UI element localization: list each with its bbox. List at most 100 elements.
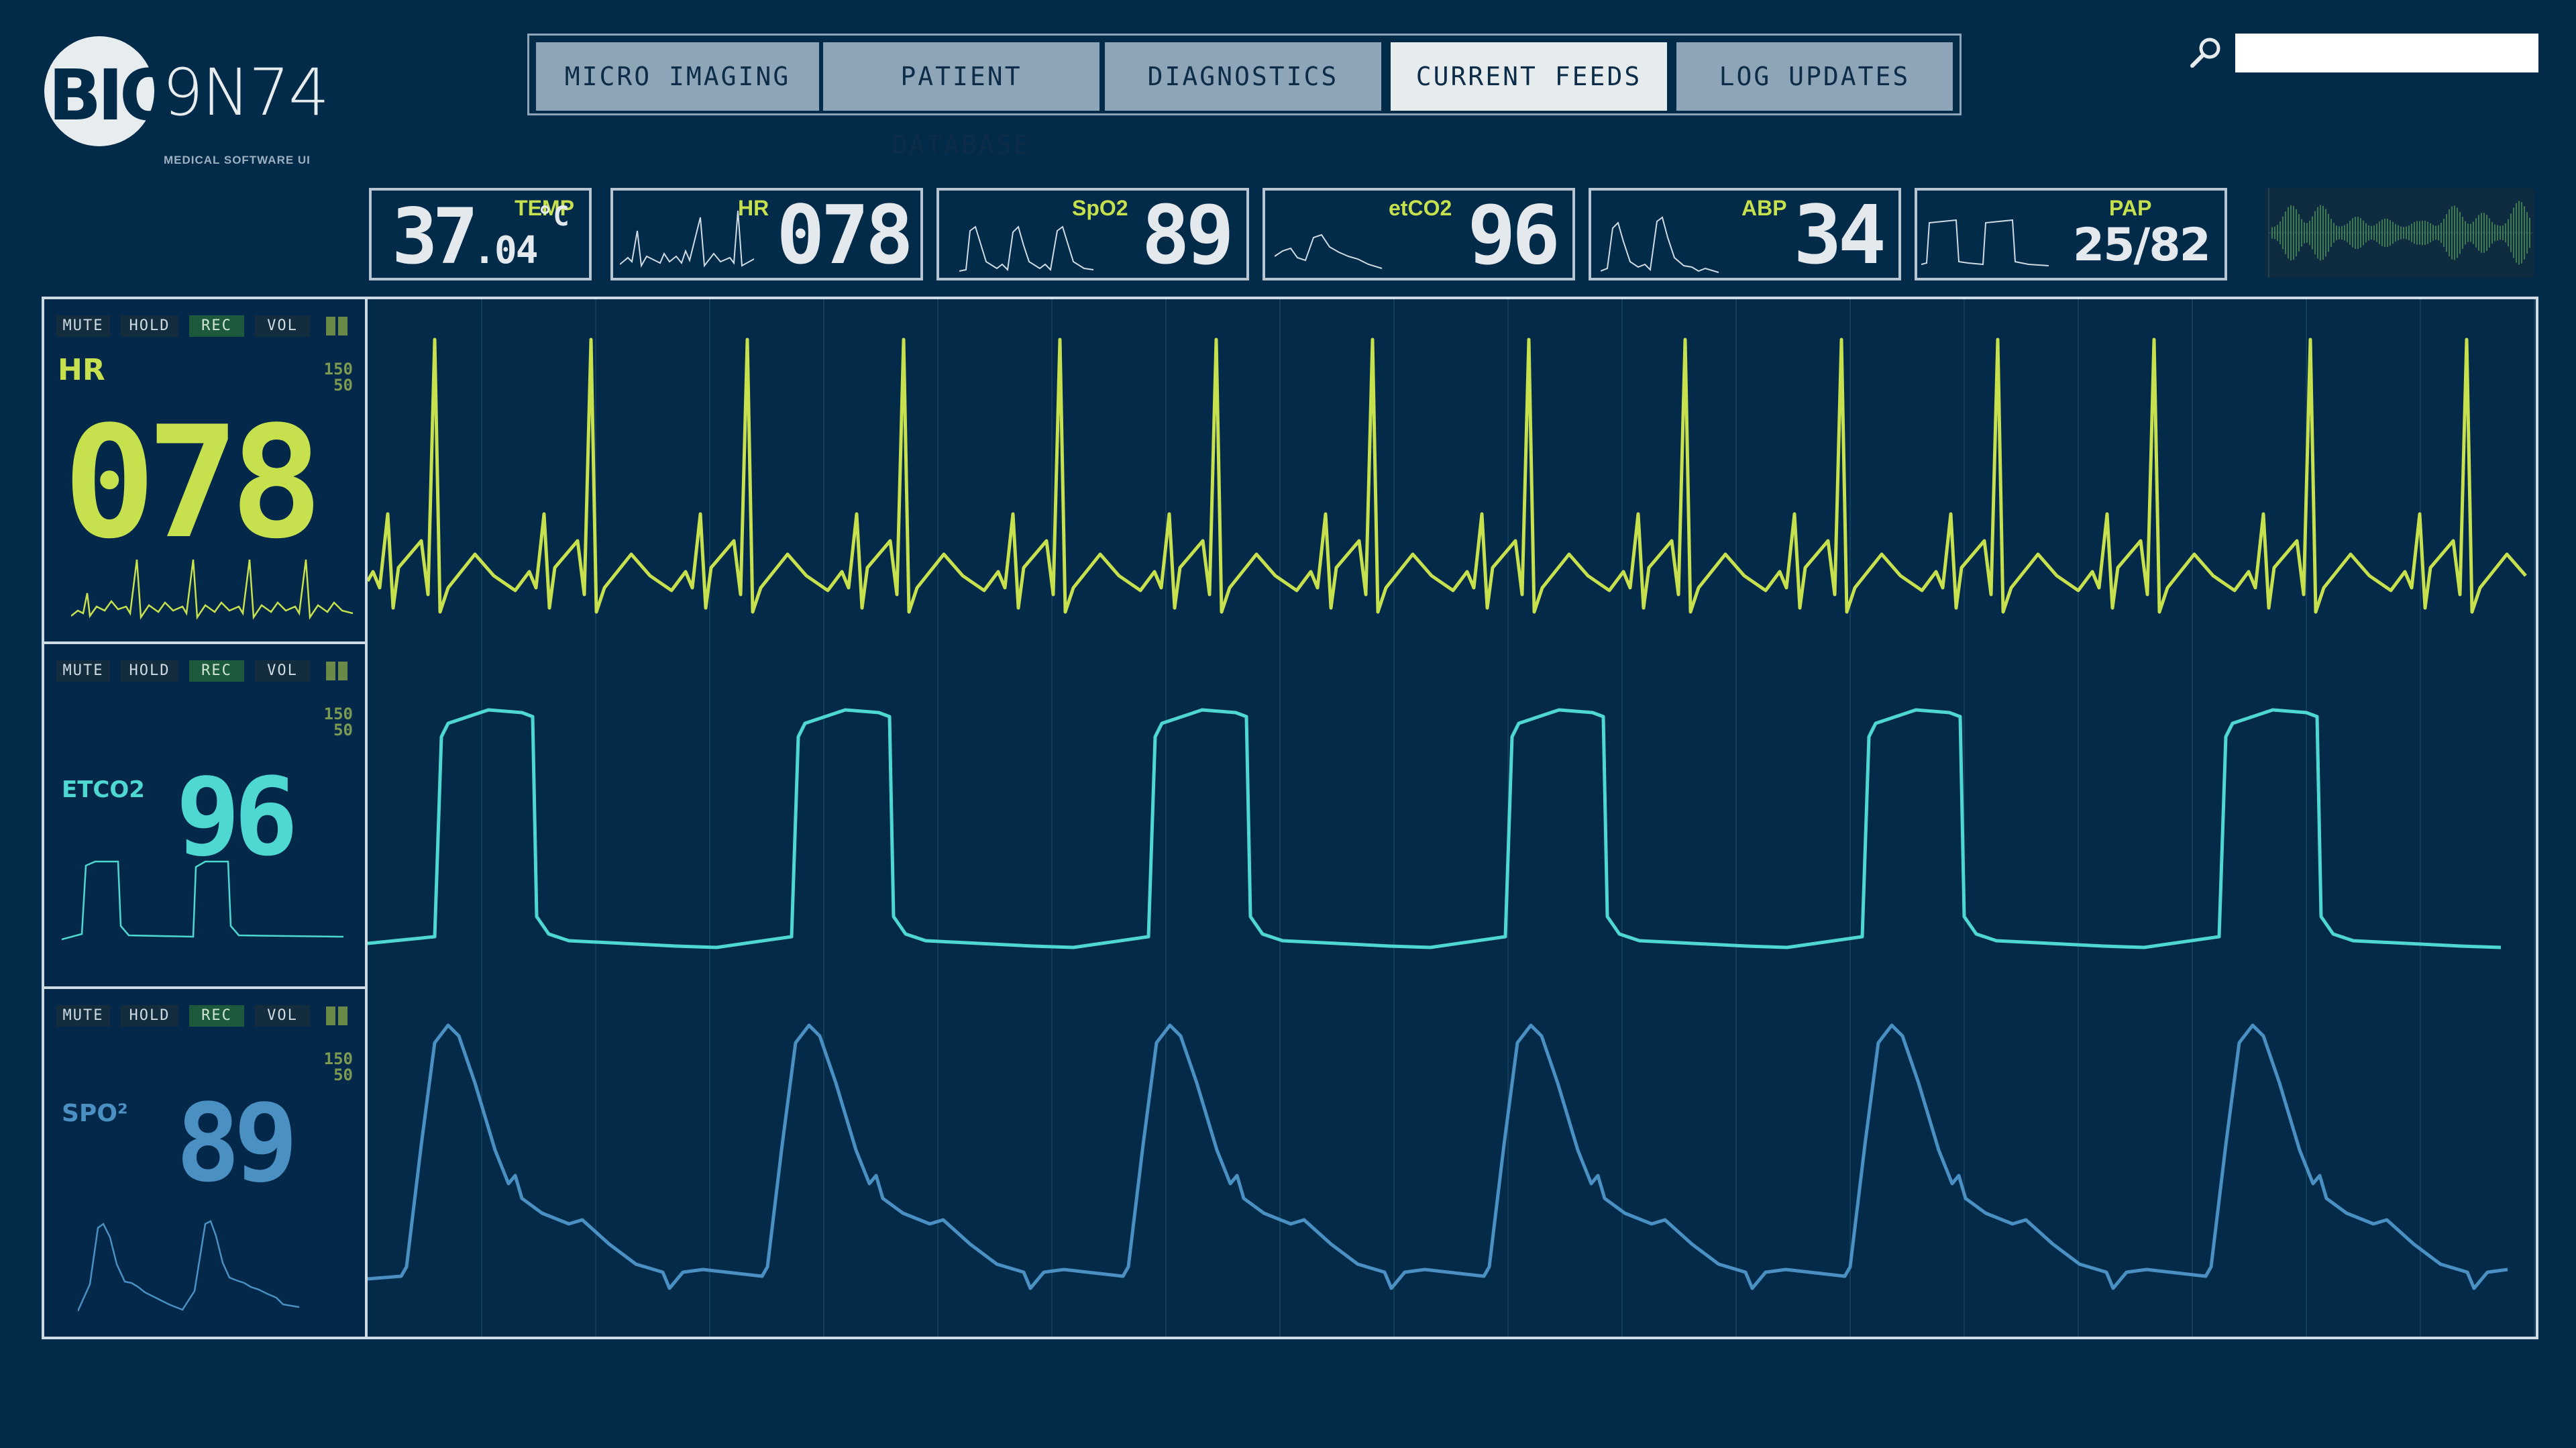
etco2-mute-button[interactable]: MUTE — [56, 660, 110, 682]
temp-unit: °C — [537, 201, 570, 232]
abp-card-value: 34 — [1793, 189, 1886, 282]
tab-micro-imaging[interactable]: MICRO IMAGING — [536, 42, 819, 111]
audio-bar — [2500, 225, 2501, 240]
audio-bar — [2301, 219, 2302, 247]
spo2-vol-button[interactable]: VOL — [255, 1005, 310, 1027]
volume-bars-icon[interactable] — [326, 1005, 350, 1027]
pap-card-value: 25/82 — [2072, 219, 2211, 272]
audio-bar — [2320, 205, 2321, 261]
tab-log-updates[interactable]: LOG UPDATES — [1676, 42, 1953, 111]
audio-bar — [2422, 220, 2423, 246]
audio-bar — [2443, 219, 2445, 247]
audio-bar — [2403, 227, 2404, 239]
audio-bar — [2470, 223, 2471, 242]
etco2-card-value: 96 — [1467, 189, 1560, 282]
spo2-channel-name: SPO² — [62, 1100, 128, 1127]
etco2-hold-button[interactable]: HOLD — [121, 660, 178, 682]
audio-bar — [2465, 221, 2466, 245]
spo2-card: SpO2 89 — [936, 188, 1249, 280]
etco2-vol-button[interactable]: VOL — [255, 660, 310, 682]
spo2-hold-button[interactable]: HOLD — [121, 1005, 178, 1027]
spo2-mute-button[interactable]: MUTE — [56, 1005, 110, 1027]
temp-dec: .04 — [473, 229, 538, 272]
audio-bar — [2381, 219, 2383, 246]
etco2-channel-name: ETCO2 — [62, 776, 145, 803]
etco2-rec-button[interactable]: REC — [189, 660, 244, 682]
audio-bar — [2357, 216, 2359, 250]
audio-bar — [2363, 220, 2364, 246]
audio-bar — [2285, 211, 2286, 254]
hr-rec-button[interactable]: REC — [189, 315, 244, 337]
waveform-monitor: MUTE HOLD REC VOL 150 50 HR 078 MUTE HOL… — [42, 297, 2538, 1339]
audio-bar — [2398, 225, 2399, 241]
audio-bar — [2293, 205, 2294, 260]
audio-bar — [2513, 207, 2514, 258]
hr-mute-button[interactable]: MUTE — [56, 315, 110, 337]
etco2-range-low: 50 — [333, 721, 353, 739]
audio-bar — [2430, 223, 2431, 243]
audio-bar — [2279, 221, 2281, 245]
audio-bar — [2322, 205, 2324, 260]
audio-bar — [2306, 223, 2308, 243]
audio-bar — [2347, 223, 2348, 242]
audio-bar — [2325, 209, 2326, 257]
audio-bar — [2467, 223, 2469, 242]
audio-bar — [2317, 207, 2318, 259]
audio-bar — [2365, 223, 2367, 243]
hr-card: HR 078 — [610, 188, 923, 280]
etco2-mini-trace — [62, 860, 344, 941]
search-input[interactable] — [2235, 34, 2538, 72]
audio-bar — [2489, 218, 2490, 248]
hr-card-value: 078 — [776, 189, 914, 282]
tab-patient-database[interactable]: PATIENT DATABASE — [823, 42, 1099, 160]
audio-bar — [2352, 218, 2353, 248]
audio-waveform-panel — [2265, 188, 2534, 278]
audio-bar — [2486, 215, 2487, 251]
audio-bar — [2395, 223, 2396, 242]
spo2-range-low: 50 — [333, 1066, 353, 1084]
audio-bar — [2438, 225, 2439, 241]
audio-bar — [2481, 213, 2482, 253]
audio-bar — [2435, 225, 2436, 240]
audio-bar — [2349, 221, 2351, 245]
pap-card: PAP 25/82 — [1915, 188, 2227, 280]
audio-bar — [2341, 225, 2343, 240]
search-icon[interactable] — [2188, 35, 2223, 70]
audio-bar — [2491, 221, 2493, 244]
tab-current-feeds[interactable]: CURRENT FEEDS — [1391, 42, 1667, 111]
hr-hold-button[interactable]: HOLD — [121, 315, 178, 337]
audio-bar — [2290, 205, 2292, 261]
audio-bar — [2330, 219, 2332, 247]
spo2-rec-button[interactable]: REC — [189, 1005, 244, 1027]
audio-bar — [2526, 212, 2528, 254]
audio-bar — [2355, 217, 2356, 249]
volume-bars-icon[interactable] — [326, 315, 350, 337]
audio-bar — [2339, 226, 2340, 240]
hr-channel-name: HR — [58, 353, 105, 387]
audio-bar — [2392, 221, 2394, 244]
tab-diagnostics[interactable]: DIAGNOSTICS — [1105, 42, 1381, 111]
temp-value: 37.04°C — [392, 199, 570, 275]
hr-card-sparkline — [620, 210, 754, 268]
audio-bar — [2446, 213, 2447, 252]
pap-card-sparkline — [1921, 219, 2049, 266]
spo2-mini-trace — [78, 1220, 300, 1312]
temp-int: 37 — [392, 192, 478, 281]
audio-bar — [2336, 225, 2337, 240]
etco2-range-high: 150 — [323, 705, 353, 723]
hr-channel-panel: MUTE HOLD REC VOL 150 50 HR 078 — [44, 299, 368, 643]
audio-bar — [2419, 221, 2420, 245]
audio-bar — [2475, 218, 2477, 248]
audio-bar — [2454, 205, 2455, 260]
etco2-card-label: etCO2 — [1389, 196, 1452, 220]
hr-vol-button[interactable]: VOL — [255, 315, 310, 337]
logo-subtitle: MEDICAL SOFTWARE UI — [164, 154, 311, 166]
audio-bar — [2296, 209, 2297, 257]
audio-bar — [2424, 220, 2426, 246]
logo-code: 9N74 — [162, 55, 329, 130]
volume-bars-icon[interactable] — [326, 660, 350, 682]
audio-bar — [2298, 214, 2300, 252]
spo2-card-label: SpO2 — [1072, 196, 1128, 220]
audio-bar — [2427, 221, 2428, 244]
audio-bar — [2462, 217, 2463, 249]
